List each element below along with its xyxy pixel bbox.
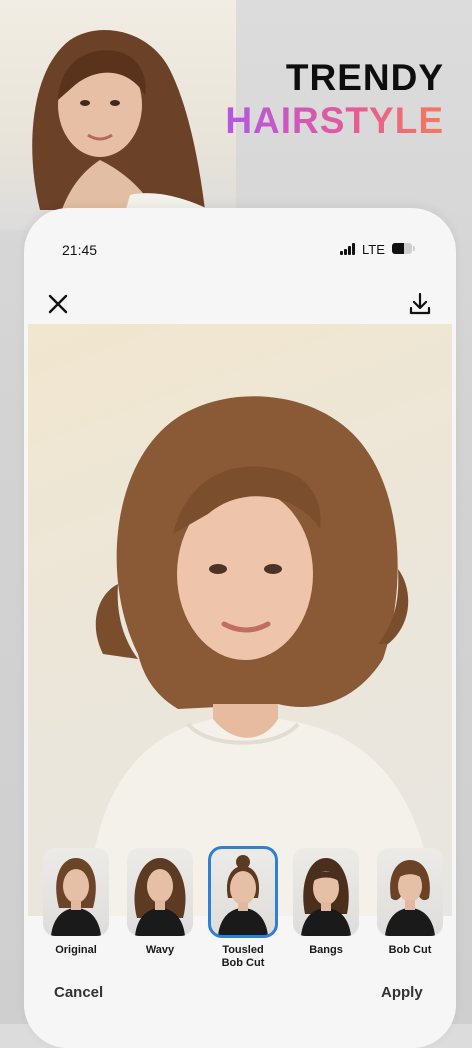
- close-button[interactable]: [44, 290, 72, 318]
- hairstyle-carousel: Original Wavy Tousled Bob Cut Bangs Bob …: [24, 846, 456, 978]
- style-label-bangs: Bangs: [309, 944, 343, 956]
- headline-line2: HAIRSTYLE: [225, 98, 444, 144]
- network-label: LTE: [362, 242, 385, 257]
- close-icon: [48, 294, 68, 314]
- style-label-original: Original: [55, 944, 97, 956]
- cancel-button[interactable]: Cancel: [54, 984, 103, 1001]
- style-thumb-original: [43, 848, 109, 936]
- style-option-bob-cut[interactable]: Bob Cut: [376, 848, 444, 957]
- phone-mockup: 21:45 LTE Original Wavy Tousled Bob Cut …: [24, 208, 456, 1048]
- style-option-bangs[interactable]: Bangs: [292, 848, 360, 957]
- style-thumb-bob-cut: [377, 848, 443, 936]
- style-label-bob-cut: Bob Cut: [388, 944, 432, 956]
- status-time: 21:45: [62, 242, 98, 258]
- hero-portrait-image: [0, 0, 236, 230]
- style-option-tousled-bob-cut[interactable]: Tousled Bob Cut: [208, 846, 278, 970]
- headline: TRENDY HAIRSTYLE: [225, 58, 444, 144]
- apply-button[interactable]: Apply: [381, 984, 423, 1001]
- style-option-original[interactable]: Original: [42, 848, 110, 957]
- style-thumb-bangs: [293, 848, 359, 936]
- style-label-wavy: Wavy: [145, 944, 175, 956]
- style-option-wavy[interactable]: Wavy: [126, 848, 194, 957]
- preview-image: [28, 324, 452, 924]
- style-label-tousled-bob-cut: Tousled Bob Cut: [221, 944, 265, 969]
- style-thumb-wavy: [127, 848, 193, 936]
- style-thumb-tousled-bob-cut: [208, 846, 278, 938]
- download-icon: [409, 292, 431, 315]
- download-button[interactable]: [406, 290, 434, 318]
- battery-icon: [392, 243, 415, 254]
- status-bar: 21:45 LTE: [24, 208, 456, 288]
- signal-icon: [340, 243, 358, 255]
- headline-line1: TRENDY: [285, 57, 444, 98]
